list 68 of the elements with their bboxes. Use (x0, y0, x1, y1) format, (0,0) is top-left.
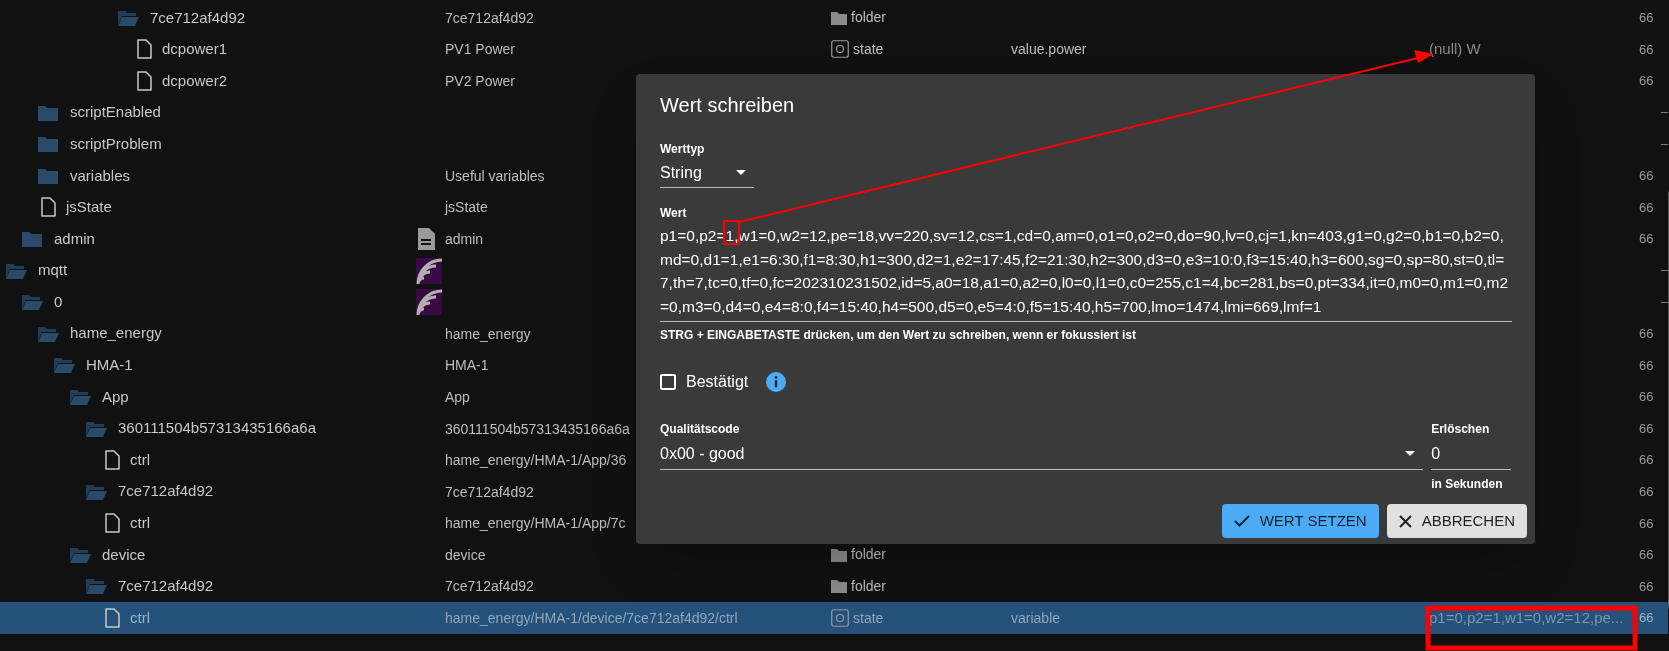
field-helper-text: in Sekunden (1431, 476, 1504, 493)
checkbox-label: Bestätigt (686, 372, 749, 392)
timestamp: 66 (1639, 388, 1654, 407)
timestamp: 66 (1639, 577, 1654, 596)
object-role: variable (1011, 610, 1061, 627)
timestamp: 66 (1639, 609, 1654, 628)
object-type: state (853, 608, 884, 628)
timestamp: 66 (1639, 198, 1654, 217)
tree-item-name: dcpower1 (162, 39, 228, 60)
timestamp: 66 (1639, 72, 1654, 91)
object-type: folder (851, 8, 887, 28)
object-type: state (853, 39, 884, 59)
tree-item-name: ctrl (130, 607, 150, 628)
tree-item-name: 7ce712af4d92 (118, 481, 214, 502)
object-title: PV2 Power (445, 73, 516, 89)
timestamp: 66 (1639, 451, 1654, 470)
timestamp: 66 (1639, 356, 1654, 375)
field-label: Qualitätscode (660, 421, 741, 438)
object-title: jsState (445, 199, 488, 216)
timestamp: 66 (1639, 40, 1654, 59)
tree-item-name: mqtt (38, 260, 68, 281)
dialog-title: Wert schreiben (660, 93, 796, 118)
field-label: Werttyp (660, 141, 706, 158)
tree-item-name: scriptEnabled (70, 102, 161, 123)
tree-item-name: admin (54, 228, 95, 249)
object-title: 7ce712af4d92 (445, 9, 534, 26)
timestamp: 66 (1639, 167, 1654, 185)
field-label: Wert (660, 205, 688, 222)
object-title: Useful variables (445, 167, 545, 184)
tree-item-name: variables (70, 165, 131, 186)
object-title: 7ce712af4d92 (445, 578, 534, 595)
object-value: (null) W (1429, 40, 1481, 58)
object-title: hame_energy (445, 325, 531, 342)
timestamp: 66 (1639, 230, 1654, 249)
object-title: hame_energy/HMA-1/device/7ce712af4d92/ctrl (445, 610, 738, 627)
object-type: folder (851, 545, 887, 565)
tree-item-name: 7ce712af4d92 (118, 576, 214, 597)
timestamp: 66 (1639, 514, 1654, 533)
timestamp: 66 (1639, 546, 1654, 565)
tree-item-name: jsState (66, 197, 112, 218)
tree-item-name: App (102, 386, 129, 407)
tree-item-name: 0 (54, 291, 63, 312)
object-title: 7ce712af4d92 (445, 483, 534, 500)
object-title: hame_energy/HMA-1/App/7c (445, 515, 626, 532)
field-helper-text: STRG + EINGABETASTE drücken, um den Wert zu schreiben, wenn er fokussiert ist (660, 327, 1137, 344)
tree-item-name: 7ce712af4d92 (150, 7, 246, 28)
tree-item-name: ctrl (130, 513, 150, 534)
object-title: hame_energy/HMA-1/App/36 (445, 452, 627, 469)
tree-item-name: scriptProblem (70, 133, 162, 154)
timestamp: 66 (1639, 419, 1654, 438)
object-title: 360111504b57313435166a6a (445, 420, 630, 437)
field-label: Erlöschen (1431, 421, 1491, 438)
object-title: admin (445, 230, 484, 247)
object-title: App (445, 388, 470, 405)
timestamp: 66 (1639, 482, 1654, 501)
object-title: PV1 Power (445, 41, 516, 58)
timestamp: 66 (1639, 325, 1654, 343)
tree-item-name: device (102, 544, 146, 565)
timestamp: 66 (1639, 9, 1654, 28)
object-title: HMA-1 (445, 357, 489, 374)
tree-item-name: 360111504b57313435166a6a (118, 418, 316, 439)
tree-item-name: HMA-1 (86, 355, 133, 376)
object-role: value.power (1011, 41, 1087, 58)
tree-item-name: dcpower2 (162, 70, 228, 91)
tree-item-name: hame_energy (70, 323, 162, 344)
object-type: folder (851, 577, 887, 596)
tree-item-name: ctrl (130, 449, 150, 470)
object-title: device (445, 546, 486, 563)
